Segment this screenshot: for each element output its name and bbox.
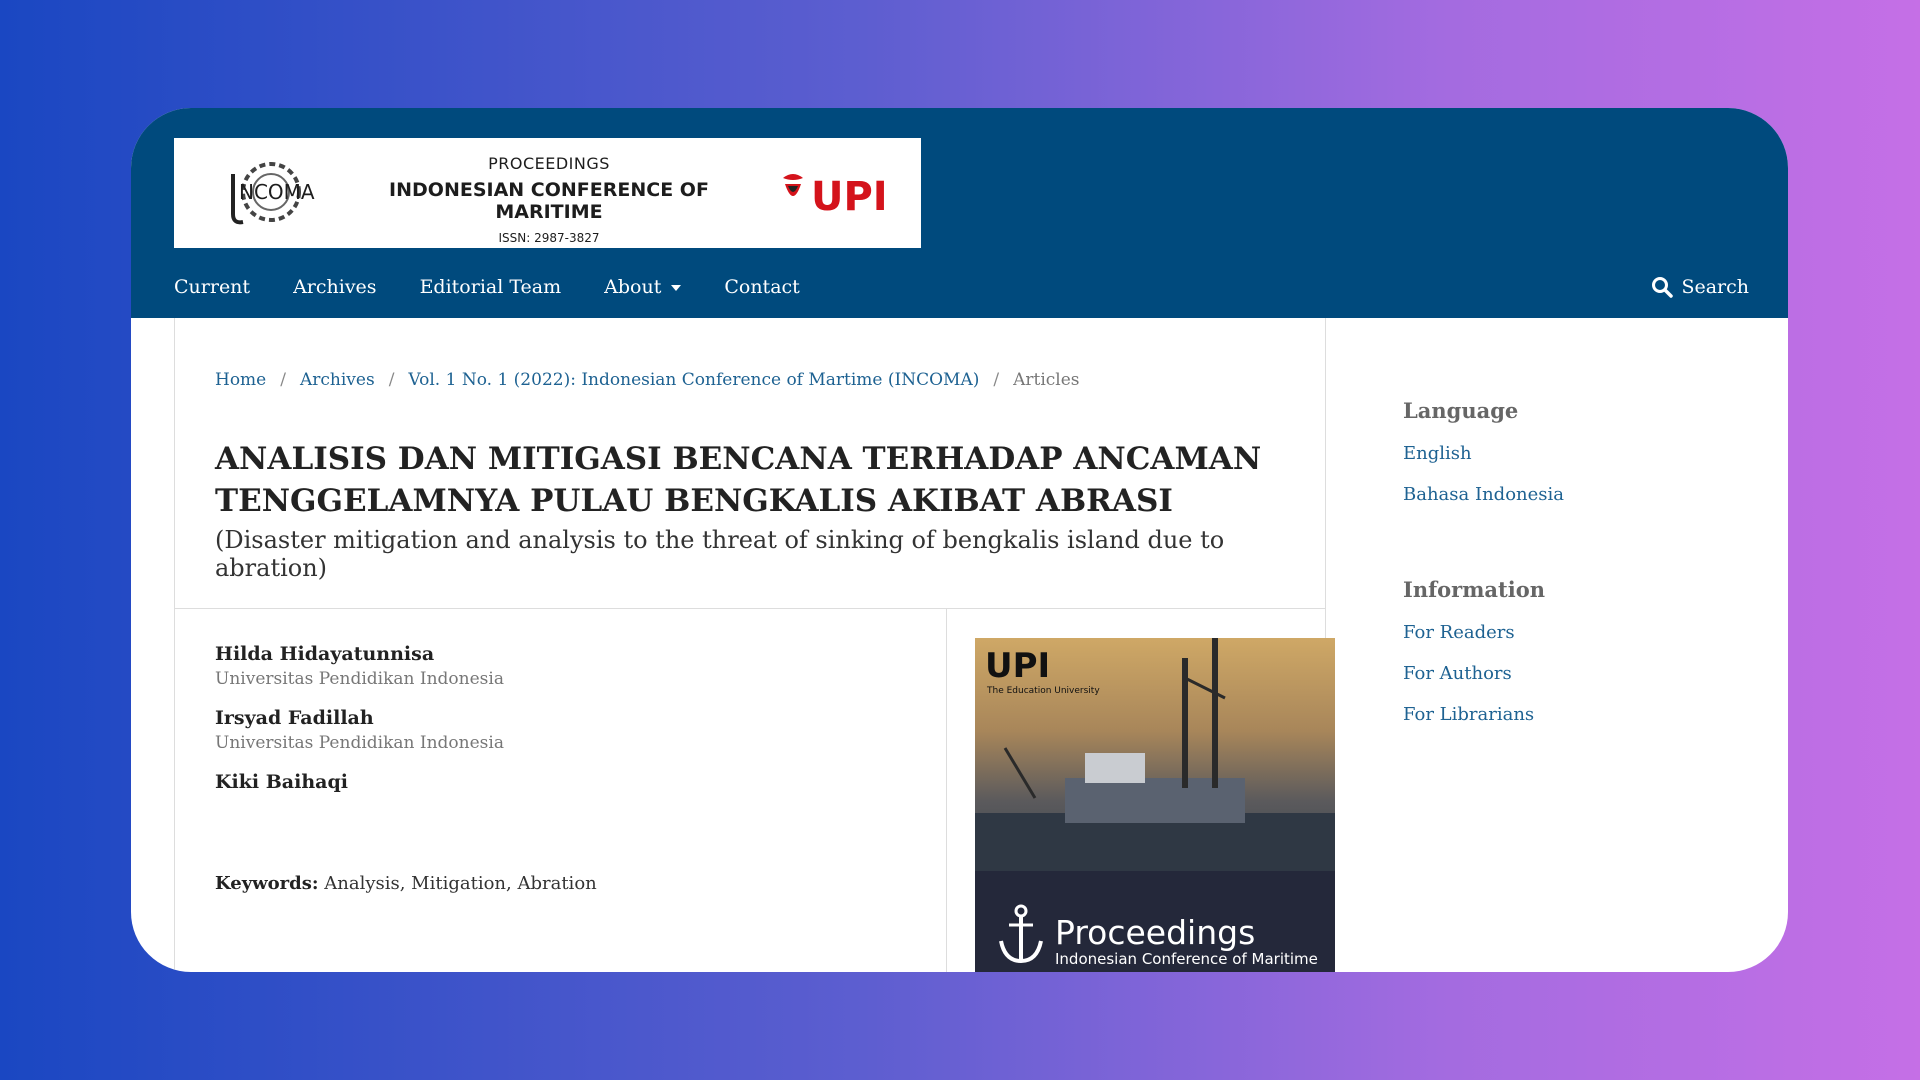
article-subtitle: (Disaster mitigation and analysis to the… [215, 526, 1225, 582]
nav-current[interactable]: Current [174, 276, 250, 298]
breadcrumb-separator: / [993, 370, 1000, 390]
search-icon [1652, 277, 1674, 298]
site-logo[interactable]: NCOMA PROCEEDINGS INDONESIAN CONFERENCE … [174, 138, 921, 248]
anchor-icon [999, 904, 1043, 964]
logo-issn: ISSN: 2987-3827 [498, 231, 600, 245]
information-block: Information For Readers For Authors For … [1403, 577, 1743, 725]
author-list: Hilda Hidayatunnisa Universitas Pendidik… [215, 643, 504, 793]
sidebar: Language English Bahasa Indonesia Inform… [1403, 398, 1743, 797]
logo-small-text: PROCEEDINGS [488, 154, 610, 173]
browser-frame: NCOMA PROCEEDINGS INDONESIAN CONFERENCE … [131, 108, 1788, 972]
author-name: Kiki Baihaqi [215, 771, 348, 793]
nav-about-label: About [604, 276, 662, 298]
cover-title: Proceedings Indonesian Conference of Mar… [1055, 913, 1318, 968]
keywords-label: Keywords: [215, 873, 319, 894]
cover-upi-subtitle: The Education University [987, 686, 1100, 696]
info-for-authors[interactable]: For Authors [1403, 663, 1743, 684]
nav-archives[interactable]: Archives [293, 276, 377, 298]
keywords-value: Analysis, Mitigation, Abration [324, 873, 597, 894]
logo-main-text: INDONESIAN CONFERENCE OF MARITIME [389, 179, 709, 223]
chevron-down-icon [671, 285, 682, 291]
breadcrumb-separator: / [280, 370, 286, 390]
issue-cover-image[interactable]: UPI The Education University Proceedings… [975, 638, 1335, 972]
emblem-text: NCOMA [239, 180, 315, 204]
breadcrumb-current: Articles [1013, 370, 1080, 390]
keywords: Keywords: Analysis, Mitigation, Abration [215, 873, 597, 894]
site-header: NCOMA PROCEEDINGS INDONESIAN CONFERENCE … [131, 108, 1788, 318]
cover-subtitle-text: Indonesian Conference of Maritime [1055, 950, 1318, 968]
divider [175, 608, 1325, 609]
language-block: Language English Bahasa Indonesia [1403, 398, 1743, 505]
logo-text: PROCEEDINGS INDONESIAN CONFERENCE OF MAR… [334, 154, 764, 245]
cover-upi-logo: UPI [985, 646, 1051, 686]
incoma-emblem-icon: NCOMA [231, 162, 315, 225]
cover-photo: UPI The Education University [975, 638, 1335, 871]
nav-editorial-team[interactable]: Editorial Team [420, 276, 562, 298]
author-affiliation: Universitas Pendidikan Indonesia [215, 733, 504, 753]
information-heading: Information [1403, 577, 1545, 602]
search-label: Search [1681, 276, 1749, 298]
cover-title-text: Proceedings [1055, 913, 1256, 952]
breadcrumb-separator: / [388, 370, 395, 390]
column-divider [946, 608, 947, 972]
breadcrumb-archives[interactable]: Archives [300, 370, 375, 390]
info-for-librarians[interactable]: For Librarians [1403, 704, 1743, 725]
upi-logo-icon: UPI [783, 174, 888, 218]
info-for-readers[interactable]: For Readers [1403, 622, 1743, 643]
main-nav: Current Archives Editorial Team About Co… [174, 276, 800, 298]
language-bahasa-indonesia[interactable]: Bahasa Indonesia [1403, 484, 1743, 505]
breadcrumb-issue[interactable]: Vol. 1 No. 1 (2022): Indonesian Conferen… [408, 370, 979, 390]
nav-contact[interactable]: Contact [724, 276, 799, 298]
article-title: ANALISIS DAN MITIGASI BENCANA TERHADAP A… [215, 441, 1262, 519]
nav-about[interactable]: About [604, 276, 682, 298]
author-affiliation: Universitas Pendidikan Indonesia [215, 669, 504, 689]
author-name: Irsyad Fadillah [215, 707, 374, 729]
language-heading: Language [1403, 398, 1519, 423]
main-content: Home / Archives / Vol. 1 No. 1 (2022): I… [174, 318, 1335, 972]
language-english[interactable]: English [1403, 443, 1743, 464]
search-link[interactable]: Search [1651, 276, 1749, 298]
breadcrumb-home[interactable]: Home [215, 370, 266, 390]
author-name: Hilda Hidayatunnisa [215, 643, 435, 665]
breadcrumb: Home / Archives / Vol. 1 No. 1 (2022): I… [215, 370, 1080, 390]
upi-logo-text: UPI [811, 174, 888, 218]
